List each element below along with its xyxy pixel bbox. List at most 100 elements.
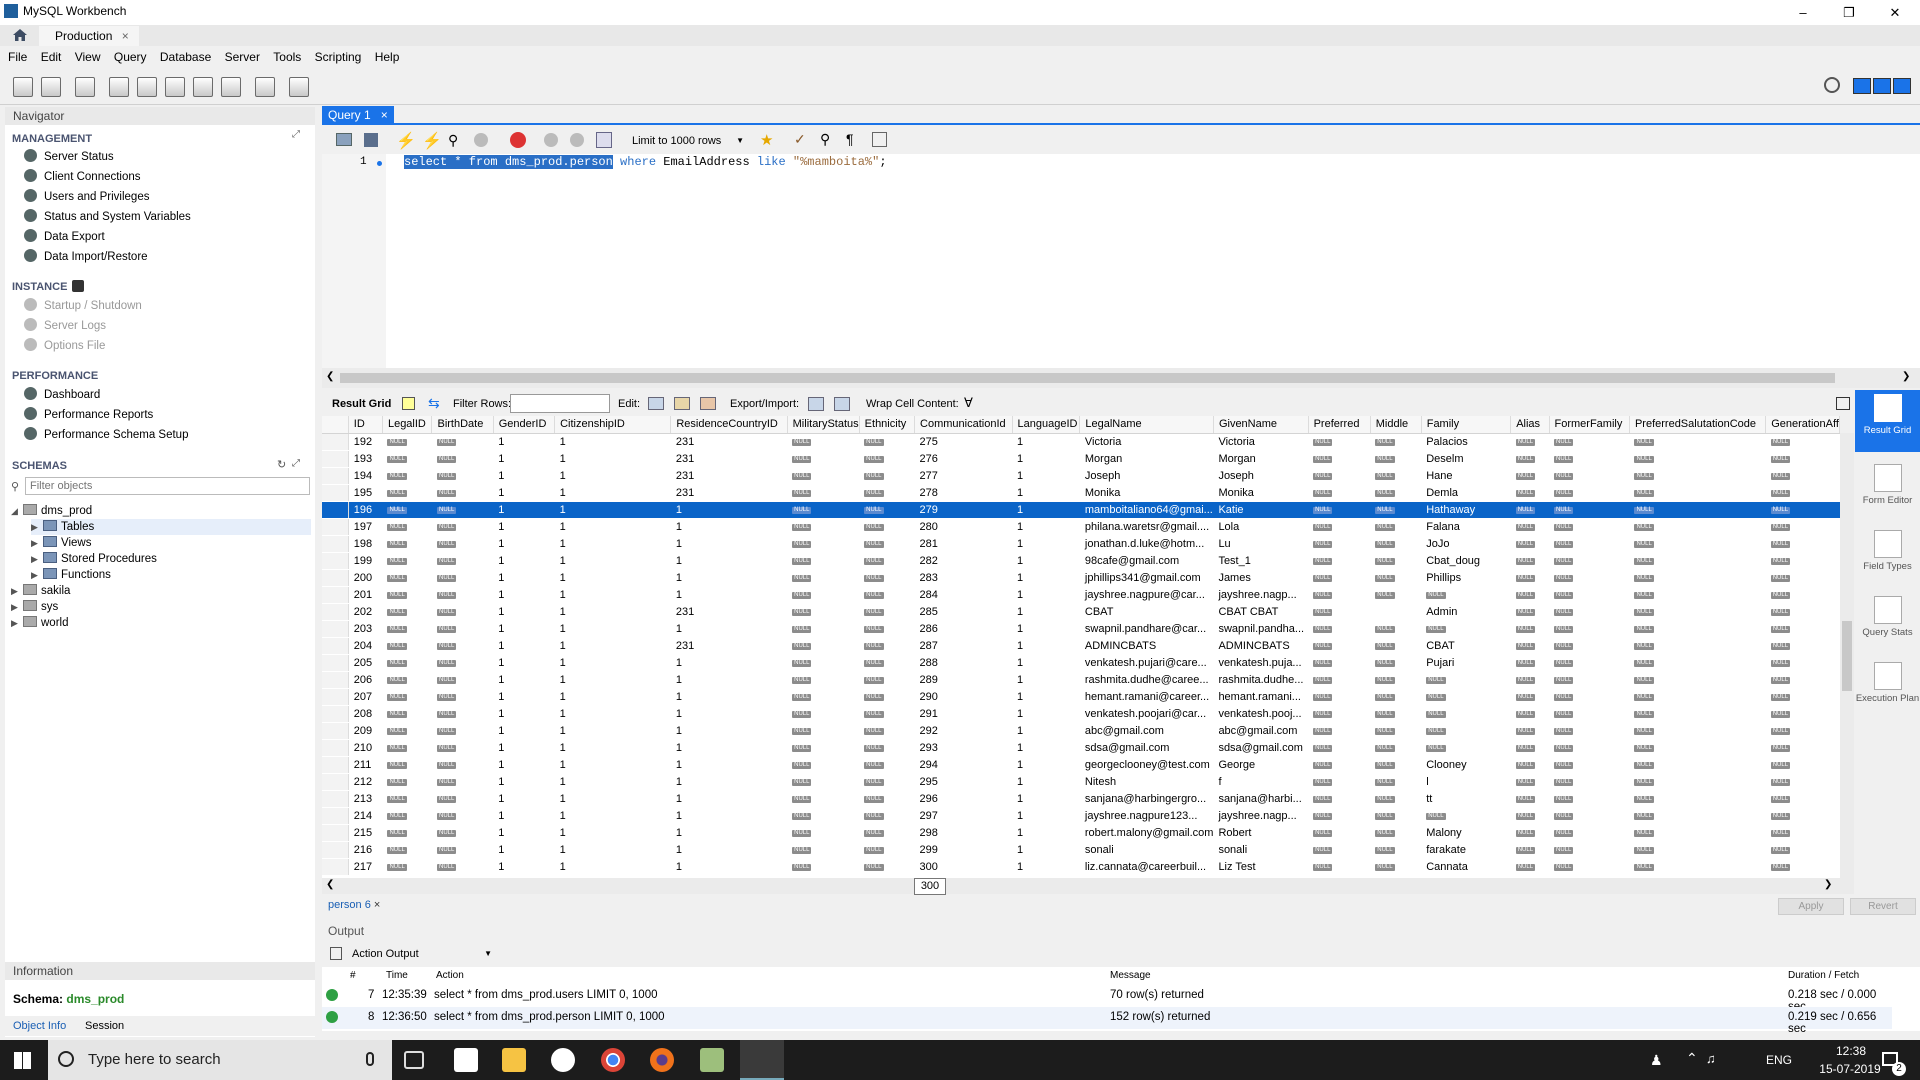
table-cell[interactable]: sanjana@harbingergro...: [1079, 790, 1214, 808]
table-cell[interactable]: NULL: [1510, 620, 1549, 638]
table-cell[interactable]: NULL: [1510, 467, 1549, 485]
nav-startup-shutdown[interactable]: Startup / Shutdown: [24, 298, 142, 315]
table-cell[interactable]: NULL: [787, 535, 860, 553]
row-header[interactable]: [322, 705, 349, 723]
table-cell[interactable]: NULL: [1370, 501, 1422, 519]
table-cell[interactable]: NULL: [431, 773, 494, 791]
table-cell[interactable]: 287: [914, 637, 1013, 655]
table-cell[interactable]: NULL: [787, 773, 860, 791]
table-cell[interactable]: 1: [493, 637, 555, 655]
table-cell[interactable]: sdsa@gmail.com: [1213, 739, 1309, 757]
filter-rows-input[interactable]: [510, 394, 610, 413]
table-cell[interactable]: 298: [914, 824, 1013, 842]
table-cell[interactable]: NULL: [1370, 739, 1422, 757]
table-cell[interactable]: NULL: [1629, 722, 1766, 740]
table-cell[interactable]: NULL: [1549, 722, 1630, 740]
table-cell[interactable]: 1: [493, 552, 555, 570]
schema-dms-prod[interactable]: ◢ dms_prod: [11, 503, 92, 519]
table-cell[interactable]: 203: [348, 620, 383, 638]
table-cell[interactable]: 1: [1012, 603, 1080, 621]
table-cell[interactable]: NULL: [1370, 450, 1422, 468]
table-cell[interactable]: NULL: [859, 756, 915, 774]
table-cell[interactable]: NULL: [859, 433, 915, 451]
table-cell[interactable]: NULL: [382, 569, 432, 587]
table-cell[interactable]: NULL: [1549, 637, 1630, 655]
open-file-icon[interactable]: [336, 133, 352, 146]
table-cell[interactable]: NULL: [787, 705, 860, 723]
table-row[interactable]: 213 NULL NULL 1 1 1 NULL NULL 296 1 sanjana@harbin…: [322, 790, 1840, 808]
column-header[interactable]: Ethnicity: [859, 416, 916, 434]
table-cell[interactable]: NULL: [1421, 722, 1511, 740]
table-cell[interactable]: NULL: [1308, 739, 1371, 757]
table-cell[interactable]: NULL: [1765, 790, 1840, 808]
table-cell[interactable]: 1: [493, 705, 555, 723]
grid-vertical-scrollbar[interactable]: [1840, 433, 1854, 878]
settings-icon[interactable]: [1824, 77, 1840, 93]
table-cell[interactable]: NULL: [859, 569, 915, 587]
table-cell[interactable]: NULL: [1629, 756, 1766, 774]
grid-horizontal-scrollbar[interactable]: ❮ ❯: [322, 878, 1854, 894]
table-cell[interactable]: 1: [1012, 824, 1080, 842]
table-cell[interactable]: 1: [493, 739, 555, 757]
table-cell[interactable]: NULL: [431, 586, 494, 604]
table-cell[interactable]: NULL: [1629, 739, 1766, 757]
table-cell[interactable]: NULL: [382, 722, 432, 740]
table-cell[interactable]: NULL: [1765, 518, 1840, 536]
nav-performance-schema[interactable]: Performance Schema Setup: [24, 427, 188, 444]
table-cell[interactable]: NULL: [859, 722, 915, 740]
delete-row-icon[interactable]: [700, 397, 716, 410]
table-cell[interactable]: 1: [493, 433, 555, 451]
table-cell[interactable]: NULL: [1549, 433, 1630, 451]
maximize-button[interactable]: ❐: [1826, 0, 1872, 25]
table-cell[interactable]: CBAT: [1421, 637, 1511, 655]
table-cell[interactable]: 1: [493, 841, 555, 859]
table-cell[interactable]: NULL: [1765, 773, 1840, 791]
table-cell[interactable]: NULL: [1765, 620, 1840, 638]
table-cell[interactable]: NULL: [859, 603, 915, 621]
table-row[interactable]: 200 NULL NULL 1 1 1 NULL NULL 283 1 jphillips341@g…: [322, 569, 1840, 587]
table-cell[interactable]: 1: [670, 756, 788, 774]
table-cell[interactable]: rashmita.dudhe@caree...: [1079, 671, 1214, 689]
table-cell[interactable]: NULL: [859, 705, 915, 723]
table-cell[interactable]: 1: [670, 552, 788, 570]
table-cell[interactable]: NULL: [1765, 450, 1840, 468]
close-button[interactable]: ✕: [1872, 0, 1918, 25]
table-cell[interactable]: NULL: [1308, 722, 1371, 740]
menu-tools[interactable]: Tools: [268, 46, 306, 64]
table-cell[interactable]: 1: [1012, 586, 1080, 604]
table-cell[interactable]: NULL: [859, 688, 915, 706]
table-cell[interactable]: NULL: [431, 688, 494, 706]
table-cell[interactable]: NULL: [382, 739, 432, 757]
table-cell[interactable]: NULL: [1629, 637, 1766, 655]
microphone-icon[interactable]: [366, 1052, 374, 1066]
table-row[interactable]: 196 NULL NULL 1 1 1 NULL NULL 279 1 mamboitaliano6…: [322, 501, 1840, 519]
table-cell[interactable]: 1: [493, 858, 555, 876]
row-header[interactable]: [322, 518, 349, 536]
table-cell[interactable]: NULL: [382, 671, 432, 689]
table-cell[interactable]: Monika: [1079, 484, 1214, 502]
table-cell[interactable]: Cannata: [1421, 858, 1511, 876]
row-header[interactable]: [322, 586, 349, 604]
toggle-sidebar-icon[interactable]: [1853, 78, 1871, 94]
table-cell[interactable]: 1: [554, 773, 671, 791]
table-cell[interactable]: 197: [348, 518, 383, 536]
table-cell[interactable]: NULL: [1308, 467, 1371, 485]
table-cell[interactable]: 192: [348, 433, 383, 451]
menu-file[interactable]: File: [3, 46, 32, 64]
table-cell[interactable]: 1: [1012, 637, 1080, 655]
table-cell[interactable]: NULL: [1308, 824, 1371, 842]
open-sql-script-icon[interactable]: [41, 77, 61, 97]
table-cell[interactable]: venkatesh.puja...: [1213, 654, 1309, 672]
table-cell[interactable]: NULL: [787, 807, 860, 825]
tree-stored-procedures[interactable]: ▶ Stored Procedures: [31, 551, 157, 567]
table-cell[interactable]: jayshree.nagpure123...: [1079, 807, 1214, 825]
table-cell[interactable]: 285: [914, 603, 1013, 621]
table-cell[interactable]: Monika: [1213, 484, 1309, 502]
field-types-button[interactable]: Field Types: [1855, 530, 1920, 572]
table-cell[interactable]: 1: [493, 671, 555, 689]
column-header[interactable]: ID: [348, 416, 383, 434]
table-cell[interactable]: NULL: [1629, 484, 1766, 502]
table-cell[interactable]: NULL: [1308, 671, 1371, 689]
table-cell[interactable]: 1: [670, 535, 788, 553]
table-cell[interactable]: 1: [554, 433, 671, 451]
